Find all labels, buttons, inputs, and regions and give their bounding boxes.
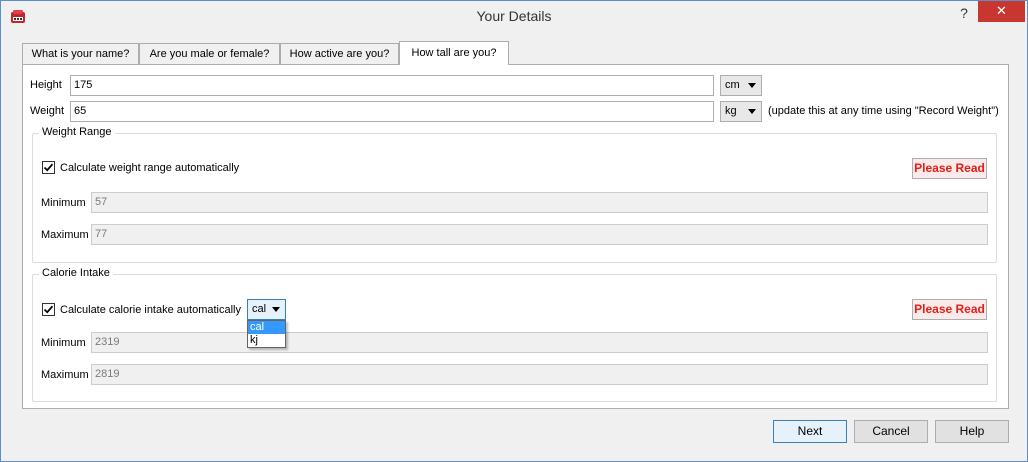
calorie-unit-option-cal[interactable]: cal (248, 321, 285, 334)
chevron-down-icon (748, 109, 756, 114)
weight-auto-label[interactable]: Calculate weight range automatically (60, 162, 239, 174)
dialog-window: Your Details ? ✕ What is your name? Are … (0, 0, 1028, 462)
tab-name[interactable]: What is your name? (22, 43, 139, 64)
calorie-maximum-input[interactable]: 2819 (91, 364, 988, 385)
weight-label: Weight (30, 105, 65, 117)
weight-range-group: Weight Range Calculate weight range auto… (32, 126, 997, 263)
weight-please-read-button[interactable]: Please Read (912, 158, 987, 179)
weight-input[interactable]: 65 (70, 101, 714, 122)
window-title: Your Details (476, 8, 552, 24)
weight-maximum-input[interactable]: 77 (91, 224, 988, 245)
height-label: Height (30, 79, 62, 91)
weight-minimum-input[interactable]: 57 (91, 192, 988, 213)
height-unit-select[interactable]: cm (720, 75, 762, 96)
calorie-minimum-input[interactable]: 2319 (91, 332, 988, 353)
help-question-button[interactable]: ? (951, 5, 977, 25)
weight-auto-checkbox[interactable] (42, 161, 55, 174)
cancel-button[interactable]: Cancel (854, 420, 928, 443)
tab-panel-height: Height 175 cm Weight 65 kg (update this … (22, 64, 1009, 409)
calorie-please-read-button[interactable]: Please Read (912, 299, 987, 320)
weight-minimum-label: Minimum (41, 197, 86, 209)
calorie-auto-checkbox[interactable] (42, 303, 55, 316)
title-bar[interactable]: Your Details ? ✕ (1, 1, 1027, 32)
calorie-unit-select[interactable]: cal (247, 299, 286, 320)
tab-sex[interactable]: Are you male or female? (139, 43, 280, 64)
weight-maximum-label: Maximum (41, 229, 89, 241)
height-unit-value: cm (725, 79, 740, 91)
chevron-down-icon (748, 83, 756, 88)
calorie-auto-label[interactable]: Calculate calorie intake automatically (60, 304, 241, 316)
calorie-intake-group: Calorie Intake Calculate calorie intake … (32, 267, 997, 402)
calorie-intake-title: Calorie Intake (39, 267, 113, 279)
height-input[interactable]: 175 (70, 75, 714, 96)
calorie-unit-option-kj[interactable]: kj (248, 334, 285, 347)
close-button[interactable]: ✕ (978, 1, 1025, 22)
calorie-unit-dropdown: cal kj (247, 320, 286, 348)
weight-unit-value: kg (725, 105, 737, 117)
weight-unit-select[interactable]: kg (720, 101, 762, 122)
weight-range-title: Weight Range (39, 126, 115, 138)
tab-height[interactable]: How tall are you? (399, 41, 509, 65)
calorie-minimum-label: Minimum (41, 337, 86, 349)
chevron-down-icon (272, 307, 280, 312)
tab-activity[interactable]: How active are you? (280, 43, 399, 64)
calorie-maximum-label: Maximum (41, 369, 89, 381)
next-button[interactable]: Next (773, 420, 847, 443)
weight-note: (update this at any time using "Record W… (768, 105, 999, 117)
calorie-unit-value: cal (252, 303, 267, 315)
help-button[interactable]: Help (935, 420, 1009, 443)
